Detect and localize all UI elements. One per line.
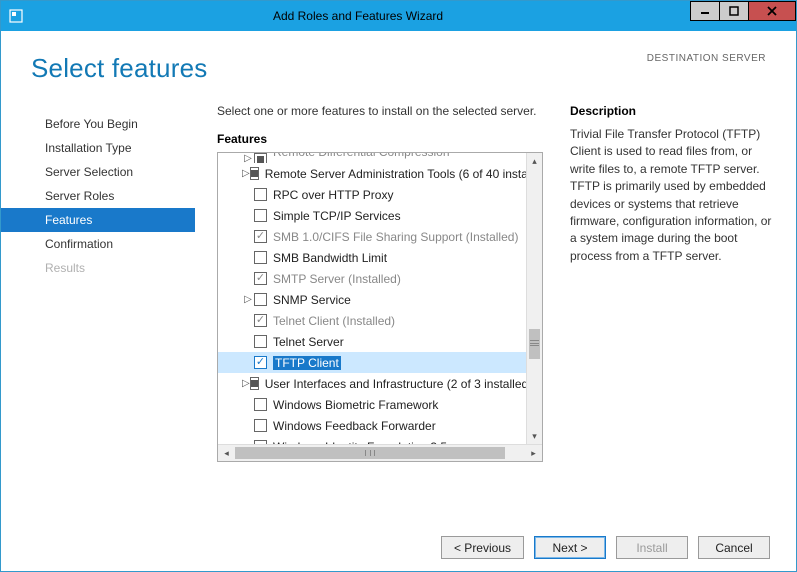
expander-icon[interactable]: ▷ xyxy=(242,378,250,389)
scroll-left-icon[interactable]: ◂ xyxy=(218,445,235,462)
tree-item-label: Windows Biometric Framework xyxy=(273,398,438,412)
wizard-header: Select features DESTINATION SERVER xyxy=(1,31,796,94)
tree-item-label: TFTP Client xyxy=(273,356,341,370)
features-heading: Features xyxy=(217,132,550,146)
tree-item-label: SNMP Service xyxy=(273,293,351,307)
features-tree: ▷ Remote Differential Compression ▷ Remo… xyxy=(217,152,543,462)
tree-item-label: SMTP Server (Installed) xyxy=(273,272,401,286)
tree-item[interactable]: Windows Identity Foundation 3.5 xyxy=(218,436,526,444)
checkbox[interactable] xyxy=(250,167,259,180)
nav-server-roles[interactable]: Server Roles xyxy=(1,184,195,208)
scroll-up-icon[interactable]: ▴ xyxy=(527,153,542,169)
tree-item[interactable]: ▷ Remote Server Administration Tools (6 … xyxy=(218,163,526,184)
tree-item[interactable]: SMTP Server (Installed) xyxy=(218,268,526,289)
scroll-right-icon[interactable]: ▸ xyxy=(525,445,542,462)
tree-item[interactable]: SMB Bandwidth Limit xyxy=(218,247,526,268)
expander-icon[interactable]: ▷ xyxy=(242,153,254,163)
checkbox xyxy=(254,314,267,327)
vertical-scrollbar[interactable]: ▴ ▾ xyxy=(526,153,542,444)
tree-item[interactable]: Simple TCP/IP Services xyxy=(218,205,526,226)
wizard-window: Add Roles and Features Wizard Select fea… xyxy=(0,0,797,572)
checkbox[interactable] xyxy=(254,188,267,201)
nav-results: Results xyxy=(1,256,195,280)
tree-item-label: SMB 1.0/CIFS File Sharing Support (Insta… xyxy=(273,230,518,244)
nav-server-selection[interactable]: Server Selection xyxy=(1,160,195,184)
checkbox[interactable] xyxy=(254,293,267,306)
wizard-body: Before You Begin Installation Type Serve… xyxy=(1,94,796,462)
instruction-text: Select one or more features to install o… xyxy=(217,104,550,118)
nav-installation-type[interactable]: Installation Type xyxy=(1,136,195,160)
tree-item[interactable]: ▷ SNMP Service xyxy=(218,289,526,310)
tree-item[interactable]: RPC over HTTP Proxy xyxy=(218,184,526,205)
checkbox[interactable] xyxy=(254,251,267,264)
features-tree-viewport[interactable]: ▷ Remote Differential Compression ▷ Remo… xyxy=(218,153,542,444)
expander-icon[interactable]: ▷ xyxy=(242,168,250,179)
window-title: Add Roles and Features Wizard xyxy=(25,9,691,23)
next-button[interactable]: Next > xyxy=(534,536,606,559)
tree-item[interactable]: Telnet Client (Installed) xyxy=(218,310,526,331)
previous-button[interactable]: < Previous xyxy=(441,536,524,559)
page-title: Select features xyxy=(31,53,207,84)
tree-item-label: Remote Differential Compression xyxy=(273,153,450,159)
app-icon xyxy=(7,7,25,25)
expander-icon[interactable]: ▷ xyxy=(242,294,254,305)
checkbox xyxy=(254,272,267,285)
checkbox xyxy=(254,230,267,243)
wizard-nav: Before You Begin Installation Type Serve… xyxy=(1,94,195,462)
description-panel: Description Trivial File Transfer Protoc… xyxy=(564,94,778,462)
tree-item-label: RPC over HTTP Proxy xyxy=(273,188,393,202)
minimize-button[interactable] xyxy=(690,1,720,21)
tree-item[interactable]: SMB 1.0/CIFS File Sharing Support (Insta… xyxy=(218,226,526,247)
close-button[interactable] xyxy=(748,1,796,21)
tree-item-label: Remote Server Administration Tools (6 of… xyxy=(265,167,542,181)
checkbox[interactable] xyxy=(254,419,267,432)
window-controls xyxy=(691,1,796,31)
wizard-footer: < Previous Next > Install Cancel xyxy=(441,536,770,559)
nav-before-you-begin[interactable]: Before You Begin xyxy=(1,112,195,136)
titlebar: Add Roles and Features Wizard xyxy=(1,1,796,31)
tree-item[interactable]: ▷ Remote Differential Compression xyxy=(218,153,526,163)
description-body: Trivial File Transfer Protocol (TFTP) Cl… xyxy=(570,126,778,265)
install-button: Install xyxy=(616,536,688,559)
tree-item-tftp-client[interactable]: TFTP Client xyxy=(218,352,526,373)
checkbox[interactable] xyxy=(254,335,267,348)
checkbox[interactable] xyxy=(254,153,267,163)
features-panel: Select one or more features to install o… xyxy=(195,94,564,462)
checkbox[interactable] xyxy=(254,356,267,369)
tree-item-label: Telnet Server xyxy=(273,335,344,349)
checkbox[interactable] xyxy=(254,209,267,222)
tree-item[interactable]: Telnet Server xyxy=(218,331,526,352)
cancel-button[interactable]: Cancel xyxy=(698,536,770,559)
description-heading: Description xyxy=(570,104,778,118)
nav-confirmation[interactable]: Confirmation xyxy=(1,232,195,256)
horizontal-scrollbar[interactable]: ◂ ▸ xyxy=(218,444,542,461)
tree-item-label: Telnet Client (Installed) xyxy=(273,314,395,328)
checkbox[interactable] xyxy=(250,377,259,390)
nav-features[interactable]: Features xyxy=(1,208,195,232)
maximize-button[interactable] xyxy=(719,1,749,21)
checkbox[interactable] xyxy=(254,440,267,444)
tree-item[interactable]: Windows Feedback Forwarder xyxy=(218,415,526,436)
tree-item-label: Simple TCP/IP Services xyxy=(273,209,401,223)
tree-item-label: User Interfaces and Infrastructure (2 of… xyxy=(265,377,532,391)
scroll-down-icon[interactable]: ▾ xyxy=(527,428,542,444)
tree-item[interactable]: Windows Biometric Framework xyxy=(218,394,526,415)
tree-item-label: Windows Feedback Forwarder xyxy=(273,419,436,433)
checkbox[interactable] xyxy=(254,398,267,411)
tree-item-label: Windows Identity Foundation 3.5 xyxy=(273,440,447,445)
tree-item[interactable]: ▷ User Interfaces and Infrastructure (2 … xyxy=(218,373,526,394)
destination-server-label: DESTINATION SERVER xyxy=(647,53,766,64)
tree-item-label: SMB Bandwidth Limit xyxy=(273,251,387,265)
